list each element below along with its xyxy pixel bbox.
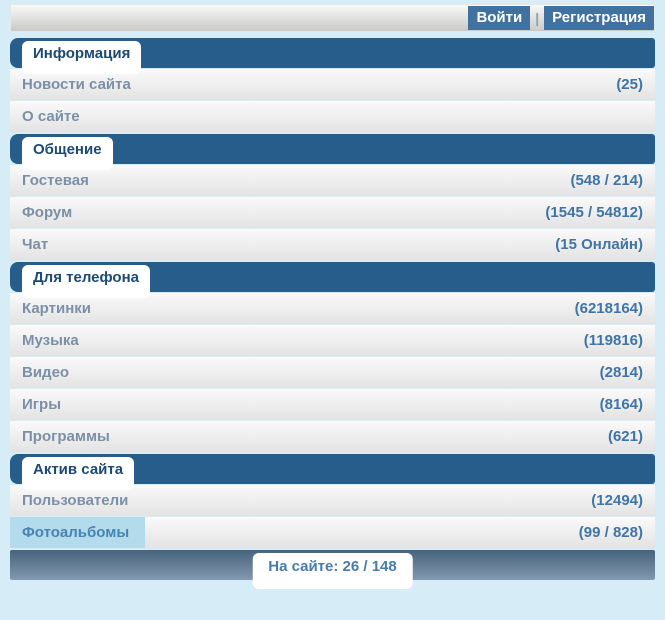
menu-item-row[interactable]: О сайте [10, 101, 655, 132]
topbar: Войти | Регистрация [10, 4, 655, 32]
menu-item-label[interactable]: Видео [10, 357, 69, 388]
menu-section-2: Общение Гостевая (548 / 214) Форум (1545… [10, 134, 655, 260]
section-rows: Пользователи (12494) Фотоальбомы (99 / 8… [10, 485, 655, 548]
section-header: Общение [10, 134, 655, 170]
menu-item-row[interactable]: Игры (8164) [10, 389, 655, 420]
section-header: Актив сайта [10, 454, 655, 490]
menu-item-count: (8164) [599, 396, 643, 413]
menu-section-1: Информация Новости сайта (25) О сайте [10, 38, 655, 132]
footer-bar: На сайте: 26 / 148 [10, 550, 655, 589]
menu-item-row[interactable]: Программы (621) [10, 421, 655, 452]
section-title-tab: Актив сайта [22, 457, 135, 490]
section-rows: Новости сайта (25) О сайте [10, 69, 655, 132]
menu-item-count: (1545 / 54812) [545, 204, 643, 221]
topbar-separator: | [535, 10, 540, 26]
menu-sections: Информация Новости сайта (25) О сайте Об… [10, 38, 655, 548]
section-header: Для телефона [10, 262, 655, 298]
login-button[interactable]: Войти [468, 6, 531, 30]
menu-item-label[interactable]: Форум [10, 197, 72, 228]
menu-item-count: (2814) [599, 364, 643, 381]
section-title-tab: Информация [22, 41, 142, 74]
section-title-tab: Общение [22, 137, 113, 170]
menu-item-label[interactable]: Фотоальбомы [10, 517, 146, 548]
menu-item-count: (119816) [583, 332, 643, 349]
menu-item-row[interactable]: Музыка (119816) [10, 325, 655, 356]
menu-item-count: (99 / 828) [578, 524, 643, 541]
menu-item-count: (12494) [591, 492, 643, 509]
section-rows: Гостевая (548 / 214) Форум (1545 / 54812… [10, 165, 655, 260]
menu-item-row[interactable]: Видео (2814) [10, 357, 655, 388]
menu-item-label[interactable]: Чат [10, 229, 48, 260]
menu-item-row[interactable]: Чат (15 Онлайн) [10, 229, 655, 260]
menu-item-count: (15 Онлайн) [555, 236, 643, 253]
menu-item-label[interactable]: О сайте [10, 101, 80, 132]
menu-section-3: Для телефона Картинки (6218164) Музыка (… [10, 262, 655, 452]
online-counter: На сайте: 26 / 148 [252, 553, 413, 589]
section-header: Информация [10, 38, 655, 74]
menu-item-row[interactable]: Форум (1545 / 54812) [10, 197, 655, 228]
section-title-tab: Для телефона [22, 265, 150, 298]
menu-section-4: Актив сайта Пользователи (12494) Фотоаль… [10, 454, 655, 548]
menu-item-count: (548 / 214) [570, 172, 643, 189]
page: Войти | Регистрация Информация Новости с… [0, 0, 665, 589]
menu-item-label[interactable]: Игры [10, 389, 61, 420]
register-button[interactable]: Регистрация [544, 6, 654, 30]
menu-item-label[interactable]: Музыка [10, 325, 79, 356]
menu-item-count: (6218164) [574, 300, 643, 317]
menu-item-count: (25) [616, 76, 643, 93]
menu-item-row[interactable]: Фотоальбомы (99 / 828) [10, 517, 655, 548]
menu-item-label[interactable]: Программы [10, 421, 110, 452]
section-rows: Картинки (6218164) Музыка (119816) Видео… [10, 293, 655, 452]
menu-item-count: (621) [607, 428, 643, 445]
